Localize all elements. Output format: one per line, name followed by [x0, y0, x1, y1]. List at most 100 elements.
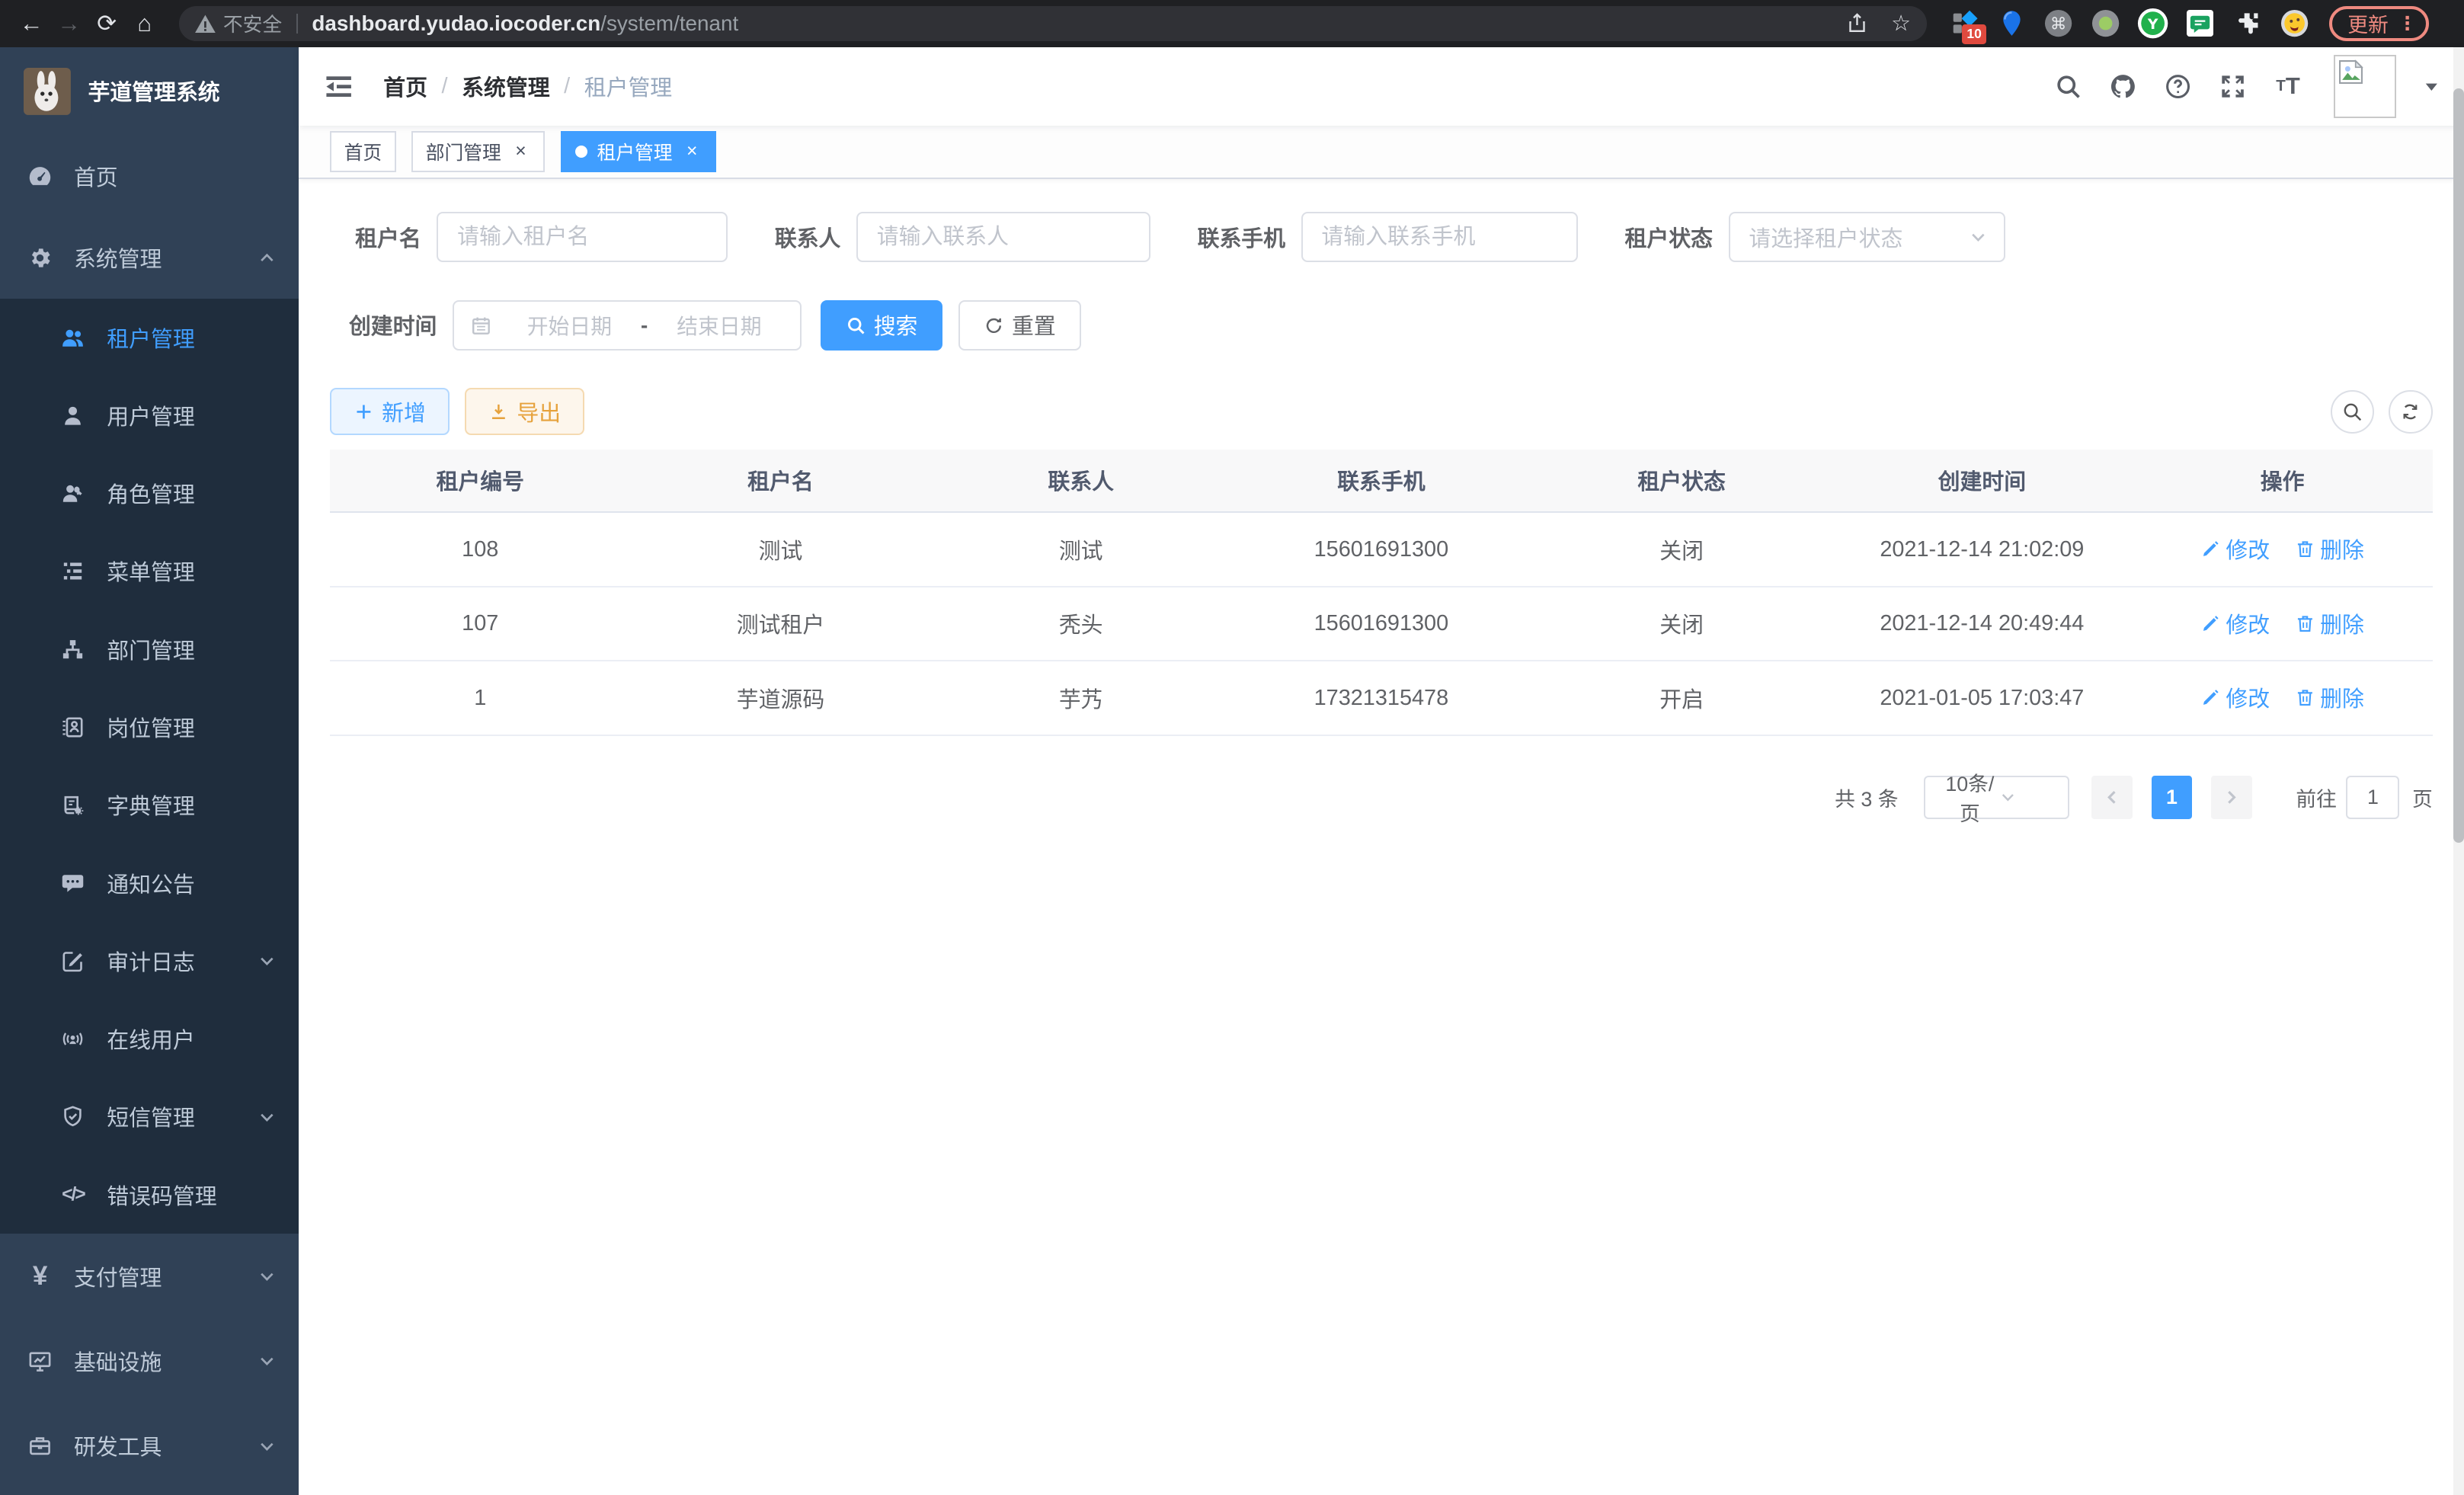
export-button[interactable]: 导出 — [465, 388, 584, 435]
update-label: 更新 — [2347, 8, 2389, 38]
sidebar-logo-row[interactable]: 芋道管理系统 — [0, 47, 299, 136]
cell-actions: 修改删除 — [2132, 512, 2432, 587]
home-icon — [27, 162, 53, 189]
status-select[interactable]: 请选择租户状态 — [1729, 212, 2005, 262]
reset-button[interactable]: 重置 — [958, 300, 1081, 351]
sidebar-item-tenant-management[interactable]: 租户管理 — [0, 299, 299, 376]
y-logo-extension-icon[interactable]: Y — [2137, 8, 2168, 39]
green-dot-extension-icon[interactable] — [2090, 8, 2121, 39]
prev-page-icon[interactable] — [2091, 776, 2133, 820]
sidebar-item-menu-management[interactable]: 菜单管理 — [0, 533, 299, 610]
page-content: 租户名 联系人 联系手机 租户状态 请选择租户状态 — [299, 179, 2464, 1495]
calendar-icon — [470, 315, 492, 337]
forward-icon[interactable]: → — [50, 5, 88, 43]
home-icon[interactable]: ⌂ — [126, 5, 164, 43]
user-avatar[interactable] — [2334, 55, 2397, 118]
page-size-label: 10条/页 — [1941, 767, 1998, 827]
sidebar-item-label: 系统管理 — [74, 242, 258, 274]
close-tab-icon[interactable]: × — [682, 142, 702, 162]
close-tab-icon[interactable]: × — [510, 142, 531, 162]
sidebar-item-home[interactable]: 首页 — [0, 135, 299, 216]
contact-input[interactable] — [856, 212, 1150, 262]
cell-created: 2021-01-05 17:03:47 — [1832, 661, 2132, 735]
fullscreen-icon[interactable] — [2217, 71, 2248, 102]
puzzle-extension-icon[interactable] — [2232, 8, 2263, 39]
sidebar-menu: 首页系统管理租户管理用户管理角色管理菜单管理部门管理岗位管理字典管理通知公告审计… — [0, 135, 299, 1488]
reload-icon[interactable]: ⟳ — [88, 5, 126, 43]
breadcrumb-item-2: 租户管理 — [584, 71, 672, 102]
share-icon[interactable] — [1845, 11, 1869, 35]
table-body: 108测试测试15601691300关闭2021-12-14 21:02:09修… — [330, 512, 2433, 735]
command-extension-icon[interactable]: ⌘ — [2043, 8, 2074, 39]
delete-link[interactable]: 删除 — [2295, 682, 2364, 713]
emoji-extension-icon[interactable] — [2279, 8, 2310, 39]
sidebar-item-label: 首页 — [74, 161, 277, 192]
scrollbar-thumb[interactable] — [2453, 88, 2464, 843]
next-page-icon[interactable] — [2211, 776, 2252, 820]
cell-name: 芋道源码 — [630, 661, 930, 735]
sidebar-item-dev-tools[interactable]: 研发工具 — [0, 1404, 299, 1488]
help-icon[interactable] — [2162, 71, 2194, 102]
toggle-search-icon[interactable] — [2331, 390, 2375, 434]
edit-icon — [2200, 687, 2221, 708]
security-label[interactable]: 不安全 — [223, 9, 282, 37]
edit-link[interactable]: 修改 — [2200, 608, 2270, 639]
edit-link[interactable]: 修改 — [2200, 533, 2270, 565]
sidebar-item-online-users[interactable]: 在线用户 — [0, 1000, 299, 1078]
edit-link[interactable]: 修改 — [2200, 682, 2270, 713]
sidebar-toggle-icon[interactable] — [322, 69, 357, 104]
browser-update-button[interactable]: 更新 ⋮ — [2329, 6, 2430, 40]
cell-contact: 秃头 — [931, 587, 1231, 661]
tab-home[interactable]: 首页 — [330, 131, 396, 172]
delete-link[interactable]: 删除 — [2295, 608, 2364, 639]
sidebar-item-post-management[interactable]: 岗位管理 — [0, 688, 299, 766]
cell-created: 2021-12-14 21:02:09 — [1832, 512, 2132, 587]
avatar-caret-icon[interactable] — [2423, 78, 2440, 95]
breadcrumb-item-1[interactable]: 系统管理 — [462, 71, 549, 102]
tab-tenant-management[interactable]: 租户管理× — [561, 131, 716, 172]
sidebar-item-error-code-management[interactable]: </>错误码管理 — [0, 1156, 299, 1234]
back-icon[interactable]: ← — [13, 5, 51, 43]
sidebar-item-system-management[interactable]: 系统管理 — [0, 217, 299, 299]
tenant-table: 租户编号租户名联系人联系手机租户状态创建时间操作 108测试测试15601691… — [330, 450, 2433, 736]
bookmark-star-icon[interactable]: ☆ — [1891, 10, 1911, 37]
sidebar-item-infrastructure[interactable]: 基础设施 — [0, 1319, 299, 1404]
top-navbar: 首页/系统管理/租户管理 TT — [299, 47, 2464, 126]
delete-link[interactable]: 删除 — [2295, 533, 2364, 565]
add-button[interactable]: 新增 — [330, 388, 450, 435]
goto-page-input[interactable] — [2346, 776, 2399, 820]
sidebar-item-audit-log[interactable]: 审计日志 — [0, 922, 299, 1000]
browser-menu-icon[interactable]: ⋮ — [2398, 12, 2417, 35]
browser-scrollbar[interactable] — [2453, 47, 2464, 1495]
breadcrumb-separator: / — [564, 74, 570, 99]
sidebar-item-user-management[interactable]: 用户管理 — [0, 376, 299, 454]
sidebar-item-dict-management[interactable]: 字典管理 — [0, 767, 299, 844]
navbar-actions: TT — [2053, 55, 2440, 118]
system-management-icon — [27, 245, 53, 271]
refresh-table-icon[interactable] — [2389, 390, 2433, 434]
sidebar-item-sms-management[interactable]: 短信管理 — [0, 1078, 299, 1156]
mobile-input[interactable] — [1301, 212, 1578, 262]
online-users-icon — [59, 1026, 86, 1052]
blue-diamond-extension-icon[interactable]: 10 — [1949, 8, 1980, 39]
github-icon[interactable] — [2107, 71, 2139, 102]
address-bar[interactable]: 不安全 dashboard.yudao.iocoder.cn/system/te… — [179, 6, 1927, 40]
chat-extension-icon[interactable] — [2184, 8, 2216, 39]
sidebar-item-role-management[interactable]: 角色管理 — [0, 454, 299, 532]
sidebar-item-notice-announcement[interactable]: 通知公告 — [0, 844, 299, 922]
search-button[interactable]: 搜索 — [821, 300, 943, 351]
sidebar-item-department-management[interactable]: 部门管理 — [0, 610, 299, 688]
page-number-1[interactable]: 1 — [2152, 776, 2193, 820]
cell-id: 108 — [330, 512, 630, 587]
map-pin-extension-icon[interactable] — [1995, 8, 2027, 39]
page-size-select[interactable]: 10条/页 — [1924, 776, 2070, 820]
date-range-picker[interactable]: 开始日期 - 结束日期 — [453, 300, 802, 351]
tab-department-management[interactable]: 部门管理× — [411, 131, 545, 172]
breadcrumb-item-0[interactable]: 首页 — [383, 71, 427, 102]
sidebar-item-label: 研发工具 — [74, 1430, 258, 1461]
header-search-icon[interactable] — [2053, 71, 2084, 102]
tenant-name-input[interactable] — [437, 212, 728, 262]
audit-log-icon — [59, 948, 86, 975]
sidebar-item-payment-management[interactable]: ¥支付管理 — [0, 1234, 299, 1318]
font-size-icon[interactable]: TT — [2272, 71, 2303, 102]
